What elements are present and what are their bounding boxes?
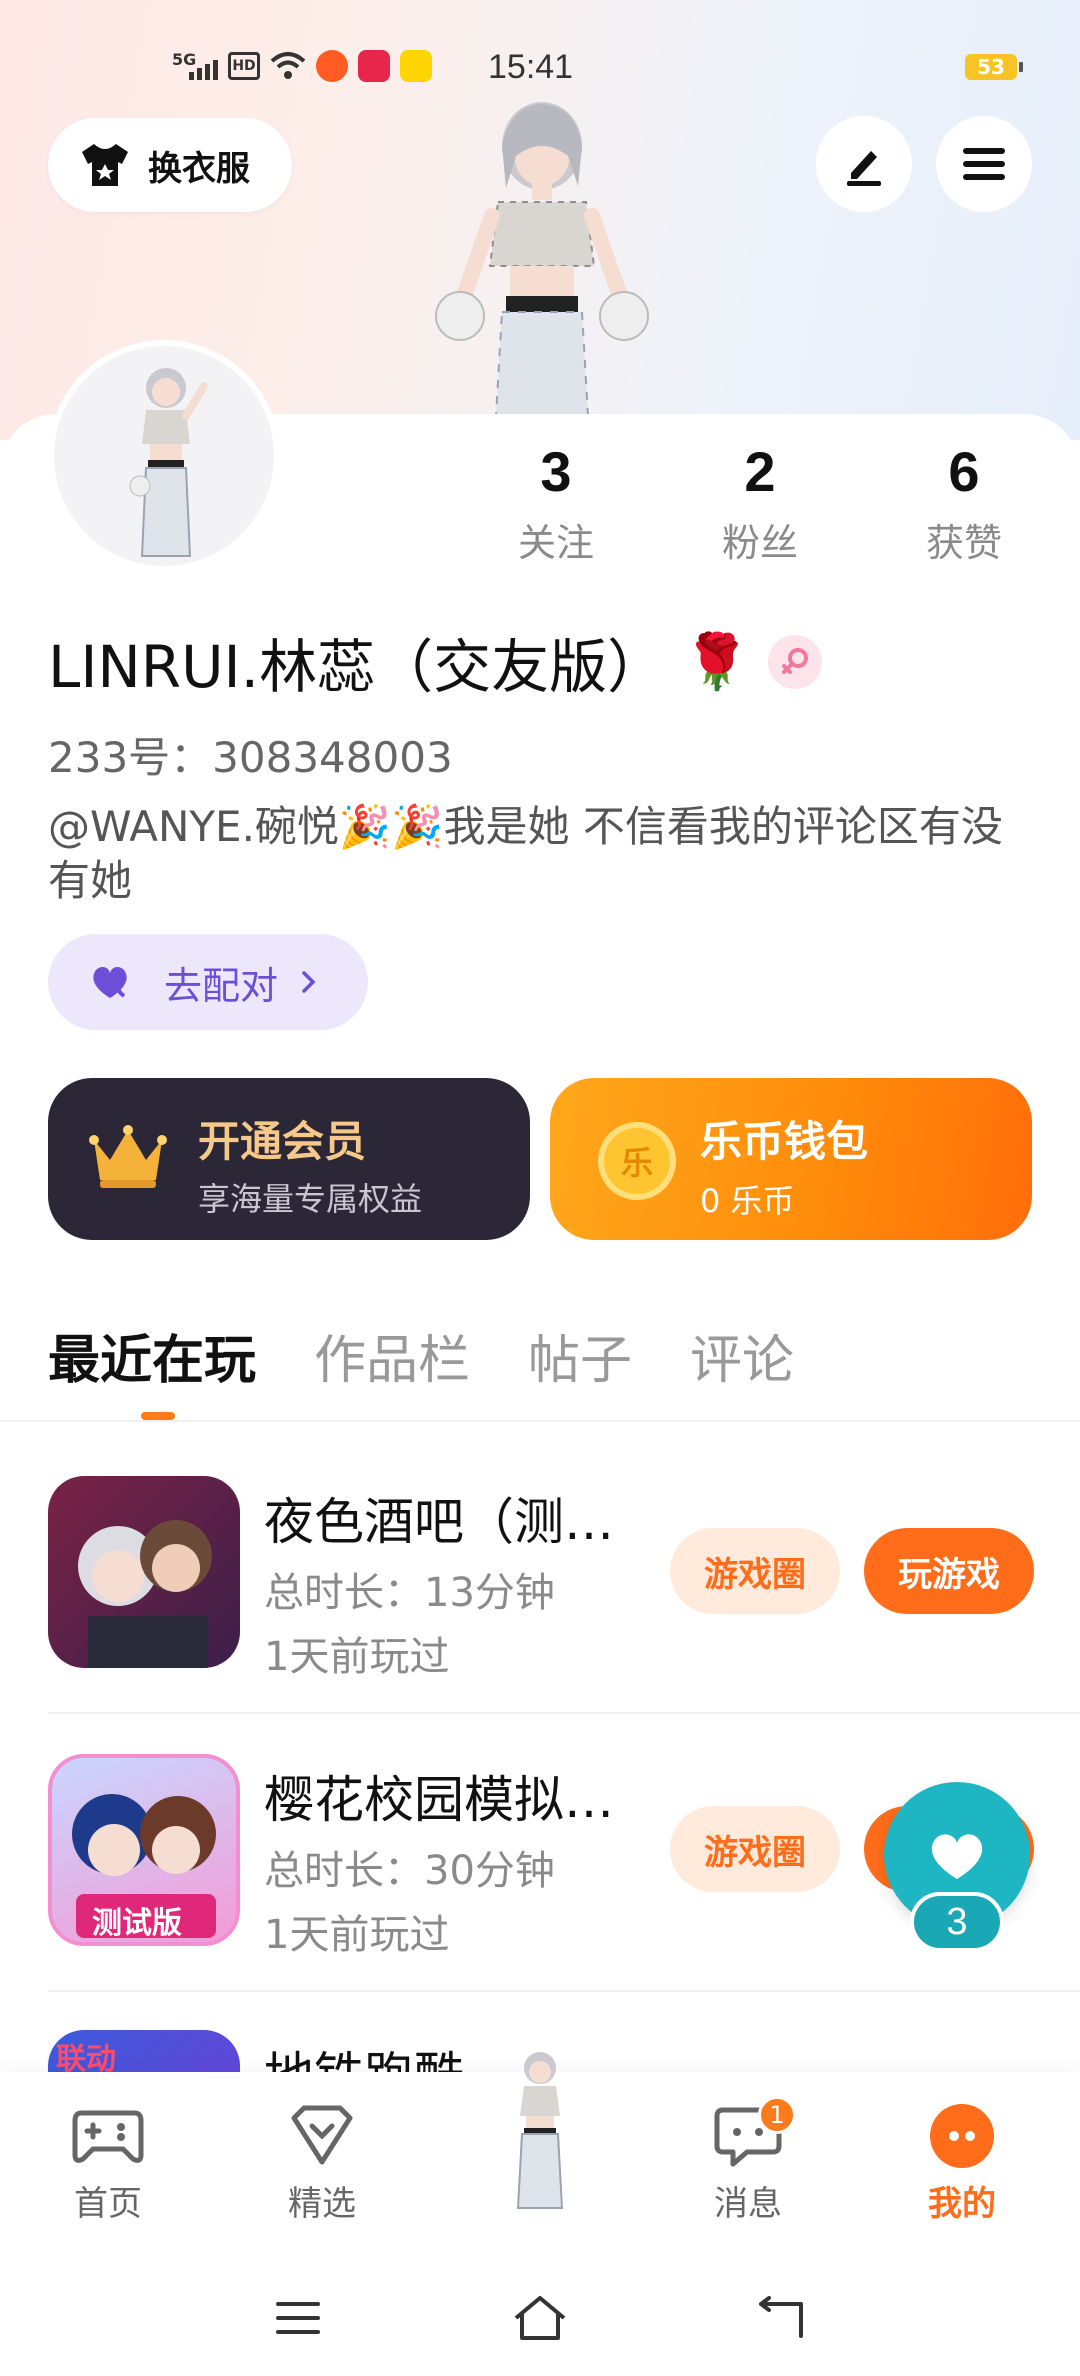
back-button[interactable] [750,2288,810,2348]
stat-followers[interactable]: 2 粉丝 [680,440,840,567]
pen-icon [847,151,881,186]
game-name: 地铁跑酷 [264,2036,464,2072]
chevron-right-icon [302,971,316,993]
game-name: 夜色酒吧（测… [264,1493,614,1551]
followers-count: 2 [744,440,776,503]
coin-wallet-title: 乐币钱包 [700,1117,869,1166]
nav-home[interactable]: 首页 [38,2100,178,2225]
following-label: 关注 [517,521,594,565]
heart-icon [931,1834,983,1879]
coin-balance: 0 乐币 [700,1182,795,1220]
female-icon [768,635,823,689]
user-id: 233号：308348003 [48,733,453,782]
crown-icon [89,1125,167,1188]
change-outfit-button[interactable]: 换衣服 [48,118,292,212]
hamburger-menu-icon [963,148,1005,180]
game-last-played: 1天前玩过 [264,1634,450,1680]
coin-wallet-card[interactable]: 乐 乐币钱包 0 乐币 [550,1078,1032,1240]
tshirt-icon [82,144,128,186]
row-divider [48,1712,1080,1714]
nav-me[interactable]: 我的 [892,2100,1032,2225]
play-game-button[interactable]: 玩游戏 [864,1528,1034,1614]
game-name: 樱花校园模拟… [264,1771,614,1829]
battery-icon: 53 [965,54,1023,80]
icon-tag: 测试版 [92,1906,182,1941]
nickname-row: LINRUI.林蕊（交友版） 🌹 [48,620,823,704]
likes-label: 获赞 [925,521,1002,565]
vip-subtitle: 享海量专属权益 [198,1180,423,1218]
tab-posts[interactable]: 帖子 [528,1318,632,1393]
row-divider [48,1990,1080,1992]
gamepad-icon [72,2110,144,2163]
game-icon[interactable]: 测试版 [48,1754,240,1946]
status-bar: 5G HD 15:41 53 [0,40,1080,96]
change-outfit-label: 换衣服 [148,148,250,189]
system-navigation-bar [0,2260,1080,2376]
nav-featured[interactable]: 精选 [252,2100,392,2225]
avatar[interactable] [48,340,280,572]
game-last-played: 1天前玩过 [264,1912,450,1958]
following-count: 3 [540,440,572,503]
list-item[interactable]: 夜色酒吧（测… 总时长：13分钟 1天前玩过 游戏圈 玩游戏 [48,1476,1080,1680]
bio: @WANYE.碗悦🎉🎉我是她 不信看我的评论区有没有她 [48,802,1003,905]
edit-profile-button[interactable] [816,116,912,212]
wifi-icon [270,52,306,79]
tab-recent-played[interactable]: 最近在玩 [48,1318,256,1420]
profile-tabs: 最近在玩 作品栏 帖子 评论 [48,1318,852,1420]
app-notification-icon [316,50,348,82]
tab-works[interactable]: 作品栏 [314,1318,470,1393]
recent-apps-button[interactable] [268,2288,328,2348]
icon-tag: 联动 [56,2042,116,2072]
nickname: LINRUI.林蕊（交友版） [48,633,666,701]
avatar-3d-figure[interactable] [410,96,670,416]
app-notification-icon [400,50,432,82]
home-icon [514,2296,566,2340]
nav-me-label: 我的 [928,2184,996,2224]
clock: 15:41 [488,48,574,86]
rose-emoji: 🌹 [683,630,751,693]
signal-icon: 5G [172,50,218,82]
coin-icon: 乐 [598,1122,676,1200]
menu-button[interactable] [936,116,1032,212]
game-duration: 总时长：13分钟 [264,1570,555,1616]
vip-title: 开通会员 [198,1117,367,1166]
nav-home-label: 首页 [74,2184,142,2224]
back-icon [759,2296,803,2338]
double-heart-icon [93,967,127,998]
game-icon[interactable] [48,1476,240,1668]
nav-avatar[interactable] [476,2038,604,2218]
bottom-nav: 首页 精选 1 消息 我的 [0,2052,1080,2260]
status-icons: 5G HD [172,50,432,82]
game-circle-button[interactable]: 游戏圈 [670,1528,840,1614]
recent-apps-icon [276,2302,320,2334]
tab-comments[interactable]: 评论 [690,1318,794,1393]
go-pair-label: 去配对 [164,963,279,1008]
avatar-figure [129,368,208,557]
avatar-figure [516,2052,564,2209]
app-notification-icon [358,50,390,82]
game-circle-button[interactable]: 游戏圈 [670,1806,840,1892]
home-button[interactable] [510,2288,570,2348]
game-icon[interactable]: 联动 [48,2030,240,2072]
likes-count: 6 [948,440,980,503]
message-badge: 1 [758,2096,796,2134]
go-pair-button[interactable]: 去配对 [48,934,368,1030]
tab-divider [0,1420,1080,1422]
stat-following[interactable]: 3 关注 [476,440,636,567]
profile-face-icon [930,2104,994,2168]
vip-membership-card[interactable]: 开通会员 享海量专属权益 [48,1078,530,1240]
nav-featured-label: 精选 [288,2184,356,2224]
game-duration: 总时长：30分钟 [264,1848,555,1894]
hd-icon: HD [228,52,260,80]
stat-likes[interactable]: 6 获赞 [884,440,1044,567]
heart-shield-icon [291,2105,353,2165]
nav-messages-label: 消息 [714,2184,782,2224]
like-count-badge: 3 [910,1892,1004,1952]
nav-messages[interactable]: 1 消息 [678,2096,818,2225]
followers-label: 粉丝 [721,521,798,565]
